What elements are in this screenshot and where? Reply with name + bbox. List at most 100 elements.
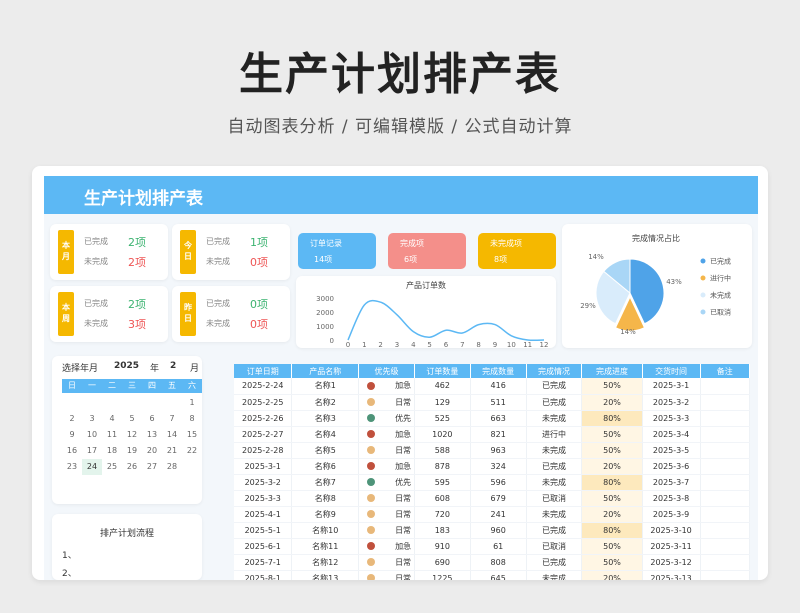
table-row[interactable]: 2025-8-1 名称13 日常 1225 645 未完成 20% 2025-3-13 [234, 570, 751, 580]
calendar-day[interactable]: 9 [62, 427, 82, 443]
calendar-day[interactable]: 24 [82, 459, 102, 475]
calendar-day[interactable]: 28 [162, 459, 182, 475]
table-row[interactable]: 2025-2-25 名称2 日常 129 511 已完成 20% 2025-3-2 [234, 394, 751, 411]
calendar-day[interactable]: 7 [162, 411, 182, 427]
priority-dot-icon [367, 510, 376, 518]
cell-progress: 50% [581, 426, 643, 443]
cell-done: 645 [470, 570, 527, 580]
calendar-day[interactable]: 1 [182, 395, 202, 411]
table-row[interactable]: 2025-2-27 名称4 加急 1020 821 进行中 50% 2025-3-4 [234, 426, 751, 443]
cell-delivery: 2025-3-8 [642, 490, 701, 507]
calendar-day[interactable]: 23 [62, 459, 82, 475]
cell-priority: 加急 [358, 378, 415, 395]
stat-card-month: 本月 已完成 2项 未完成 2项 [50, 224, 168, 280]
priority-dot-icon [367, 462, 376, 470]
calendar-day[interactable]: 27 [142, 459, 162, 475]
weekday-label: 四 [148, 381, 156, 390]
priority-label: 日常 [395, 445, 412, 455]
calendar-day[interactable]: 26 [122, 459, 142, 475]
stat-done-label: 已完成 [84, 299, 108, 308]
calendar-year-label: 选择年月 [62, 364, 99, 374]
calendar-day[interactable]: 25 [102, 459, 122, 475]
calendar-day[interactable]: 15 [182, 427, 202, 443]
table-row[interactable]: 2025-2-24 名称1 加急 462 416 已完成 50% 2025-3-1 [234, 378, 751, 395]
cell-delivery: 2025-3-2 [642, 394, 701, 411]
calendar-day[interactable]: 19 [122, 443, 142, 459]
priority-dot-icon [367, 414, 376, 422]
table-row[interactable]: 2025-3-3 名称8 日常 608 679 已取消 50% 2025-3-8 [234, 490, 751, 507]
cell-status: 进行中 [526, 426, 583, 443]
calendar-day[interactable]: 22 [182, 443, 202, 459]
stat-undone-label: 未完成 [206, 319, 230, 328]
table-row[interactable]: 2025-2-28 名称5 日常 588 963 未完成 50% 2025-3-5 [234, 442, 751, 459]
stat-card-today: 今日 已完成 1项 未完成 0项 [172, 224, 290, 280]
calendar-month-select[interactable]: 2 [170, 361, 176, 371]
stat-undone-value: 2项 [128, 256, 146, 269]
weekday-label: 一 [88, 381, 96, 390]
kpi-orders: 订单记录 14项 [298, 233, 376, 269]
cell-date: 2025-2-24 [234, 378, 293, 395]
weekday-label: 六 [188, 381, 196, 390]
cell-date: 2025-3-3 [234, 490, 293, 507]
priority-label: 日常 [395, 493, 412, 503]
cell-status: 已完成 [526, 458, 583, 475]
process-title: 排产计划流程 [99, 529, 154, 539]
order-table: 订单日期 产品名称 优先级 订单数量 完成数量 完成情况 完成进度 交货时间 备注 2025-2… [234, 364, 751, 580]
table-row[interactable]: 2025-7-1 名称12 日常 690 808 已完成 50% 2025-3-12 [234, 554, 751, 571]
calendar-day[interactable]: 11 [102, 427, 122, 443]
stat-undone-value: 0项 [250, 318, 268, 331]
calendar-day[interactable]: 2 [62, 411, 82, 427]
cell-note [700, 442, 751, 459]
calendar-day[interactable]: 4 [102, 411, 122, 427]
stat-undone-value: 0项 [250, 256, 268, 269]
calendar-day[interactable]: 10 [82, 427, 102, 443]
calendar-day[interactable]: 3 [82, 411, 102, 427]
pie-slice-label: 29% [580, 302, 596, 310]
cell-progress: 20% [581, 570, 643, 580]
table-row[interactable]: 2025-6-1 名称11 加急 910 61 已取消 50% 2025-3-11 [234, 538, 751, 555]
calendar-day[interactable]: 12 [122, 427, 142, 443]
calendar-day[interactable]: 13 [142, 427, 162, 443]
chart-title: 完成情况占比 [632, 233, 680, 243]
cell-delivery: 2025-3-5 [642, 442, 701, 459]
calendar-day[interactable]: 18 [102, 443, 122, 459]
calendar-day[interactable]: 8 [182, 411, 202, 427]
calendar-day [82, 395, 102, 411]
table-row[interactable]: 2025-5-1 名称10 日常 183 960 已完成 80% 2025-3-10 [234, 522, 751, 539]
calendar-day[interactable]: 17 [82, 443, 102, 459]
column-header: 备注 [700, 364, 751, 378]
series-line [347, 299, 545, 342]
table-row[interactable]: 2025-3-1 名称6 加急 878 324 已完成 20% 2025-3-6 [234, 458, 751, 475]
page-subtitle: 自动图表分析 / 可编辑模版 / 公式自动计算 [227, 117, 573, 137]
cell-status: 已取消 [526, 538, 583, 555]
weekday-label: 五 [168, 381, 176, 390]
cell-delivery: 2025-3-6 [642, 458, 701, 475]
x-tick-label: 5 [427, 341, 431, 348]
kpi-label: 完成项 [400, 239, 424, 248]
calendar-day[interactable]: 16 [62, 443, 82, 459]
table-row[interactable]: 2025-3-2 名称7 优先 595 596 未完成 80% 2025-3-7 [234, 474, 751, 491]
cell-date: 2025-3-2 [234, 474, 293, 491]
cell-note [700, 394, 751, 411]
weekday-label: 二 [108, 381, 116, 390]
dashboard-banner: 生产计划排产表 [44, 176, 758, 214]
cell-qty: 129 [414, 394, 471, 411]
cell-name: 名称3 [291, 410, 360, 427]
cell-progress: 80% [581, 474, 643, 491]
cell-date: 2025-8-1 [234, 570, 293, 580]
cell-name: 名称10 [291, 522, 360, 539]
calendar-weekday-header: 日一二三四五六 [62, 379, 202, 393]
column-header: 产品名称 [291, 364, 360, 378]
cell-done: 416 [470, 378, 527, 395]
calendar-day[interactable]: 5 [122, 411, 142, 427]
table-row[interactable]: 2025-2-26 名称3 优先 525 663 未完成 80% 2025-3-3 [234, 410, 751, 427]
table-row[interactable]: 2025-4-1 名称9 日常 720 241 未完成 20% 2025-3-9 [234, 506, 751, 523]
calendar-day[interactable]: 14 [162, 427, 182, 443]
calendar-year-select[interactable]: 2025 [114, 361, 139, 371]
calendar-day [142, 395, 162, 411]
calendar-day[interactable]: 20 [142, 443, 162, 459]
cell-delivery: 2025-3-1 [642, 378, 701, 395]
calendar-day[interactable]: 6 [142, 411, 162, 427]
y-tick-label: 1000 [316, 323, 334, 331]
calendar-day[interactable]: 21 [162, 443, 182, 459]
